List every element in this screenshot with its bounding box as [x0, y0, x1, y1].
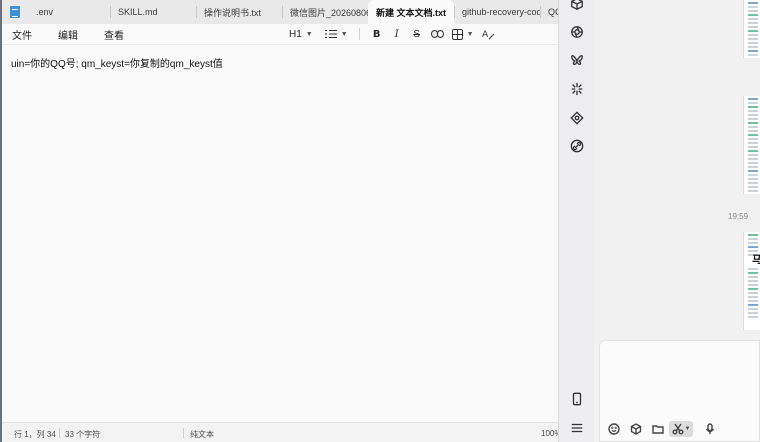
divider — [358, 28, 360, 40]
tab-label: 新建 文本文档.txt — [376, 7, 447, 18]
scissors-icon — [672, 423, 684, 435]
tab-label: .env — [36, 7, 54, 17]
link-button[interactable] — [428, 25, 447, 43]
svg-text:A: A — [482, 30, 489, 40]
cursor-position: 行 1，列 34 — [14, 430, 56, 439]
image-thumbnail[interactable]: 马 — [743, 232, 760, 330]
mic-icon[interactable] — [702, 421, 718, 437]
tab-label: 微信图片_202608061446 — [290, 7, 368, 18]
image-thumbnail[interactable] — [743, 0, 760, 58]
divider — [183, 428, 184, 438]
cube-icon[interactable] — [628, 421, 644, 437]
tab-manual[interactable]: 操作说明书.txt — [196, 0, 282, 24]
box-icon[interactable] — [569, 0, 585, 12]
char-count: 33 个字符 — [65, 430, 101, 439]
heading-dropdown[interactable]: H1 ▼ — [286, 25, 316, 43]
image-thumbnail[interactable] — [743, 96, 760, 194]
screenshot-scissors-button[interactable]: ▼ — [669, 421, 693, 437]
chevron-down-icon: ▼ — [466, 30, 474, 38]
list-icon — [324, 30, 337, 38]
chat-panel: 19:59 马 ▼ — [595, 0, 760, 442]
link-icon[interactable] — [569, 138, 585, 154]
bold-icon[interactable]: B — [368, 25, 386, 43]
diamond-icon[interactable] — [569, 110, 585, 126]
menu-view[interactable]: 查看 — [96, 27, 132, 42]
tab-env[interactable]: .env — [2, 0, 110, 24]
divider — [59, 428, 60, 438]
tab-wechat-image[interactable]: 微信图片_202608061446 — [282, 0, 368, 24]
tab-label: 操作说明书.txt — [204, 7, 262, 18]
emoji-icon[interactable] — [606, 421, 622, 437]
phone-icon[interactable] — [569, 391, 585, 407]
folder-icon[interactable] — [650, 421, 666, 437]
text-editor[interactable]: uin=你的QQ号; qm_keyst=你复制的qm_keyst值 — [2, 44, 562, 422]
italic-icon[interactable]: I — [388, 25, 406, 43]
tab-label: SKILL.md — [118, 7, 158, 17]
heading-label: H1 — [289, 28, 302, 40]
clear-format-glyph: A — [482, 30, 494, 40]
chevron-down-icon: ▼ — [340, 30, 348, 38]
message-timestamp: 19:59 — [728, 212, 749, 221]
list-dropdown[interactable]: ▼ — [322, 25, 351, 43]
status-bar: 行 1，列 34 33 个字符 纯文本 100% — [2, 422, 562, 442]
strikethrough-icon[interactable]: S — [408, 25, 426, 43]
file-icon — [10, 6, 20, 18]
tab-new-text-document[interactable]: 新建 文本文档.txt ● — [368, 0, 454, 24]
tab-github-recovery[interactable]: github-recovery-codes.t — [454, 0, 540, 24]
tab-label: github-recovery-codes.t — [462, 7, 540, 17]
link-icon — [430, 30, 444, 38]
editor-content: uin=你的QQ号; qm_keyst=你复制的qm_keyst值 — [11, 59, 223, 70]
notepad-window: .env SKILL.md 操作说明书.txt 微信图片_20260806144… — [0, 0, 562, 442]
message-composer[interactable]: ▼ — [599, 340, 760, 442]
aperture-icon[interactable] — [569, 24, 585, 40]
menu-file[interactable]: 文件 — [4, 27, 40, 42]
chevron-down-icon: ▼ — [305, 30, 313, 38]
menu-icon[interactable] — [569, 420, 585, 436]
menu-edit[interactable]: 编辑 — [50, 27, 86, 42]
sparkle-icon[interactable] — [569, 81, 585, 97]
tab-skill[interactable]: SKILL.md — [110, 0, 196, 24]
butterfly-icon[interactable] — [569, 52, 585, 68]
clear-format-icon[interactable]: A — [479, 25, 498, 43]
format-toolbar: H1 ▼ ▼ B I S ▼ A — [286, 24, 498, 44]
format-label[interactable]: 纯文本 — [190, 429, 214, 440]
side-rail — [558, 0, 595, 442]
tab-bar: .env SKILL.md 操作说明书.txt 微信图片_20260806144… — [2, 0, 562, 24]
table-icon — [451, 28, 463, 40]
table-dropdown[interactable]: ▼ — [449, 25, 477, 43]
chevron-down-icon: ▼ — [684, 426, 691, 432]
thumbnail-char: 马 — [752, 256, 760, 266]
